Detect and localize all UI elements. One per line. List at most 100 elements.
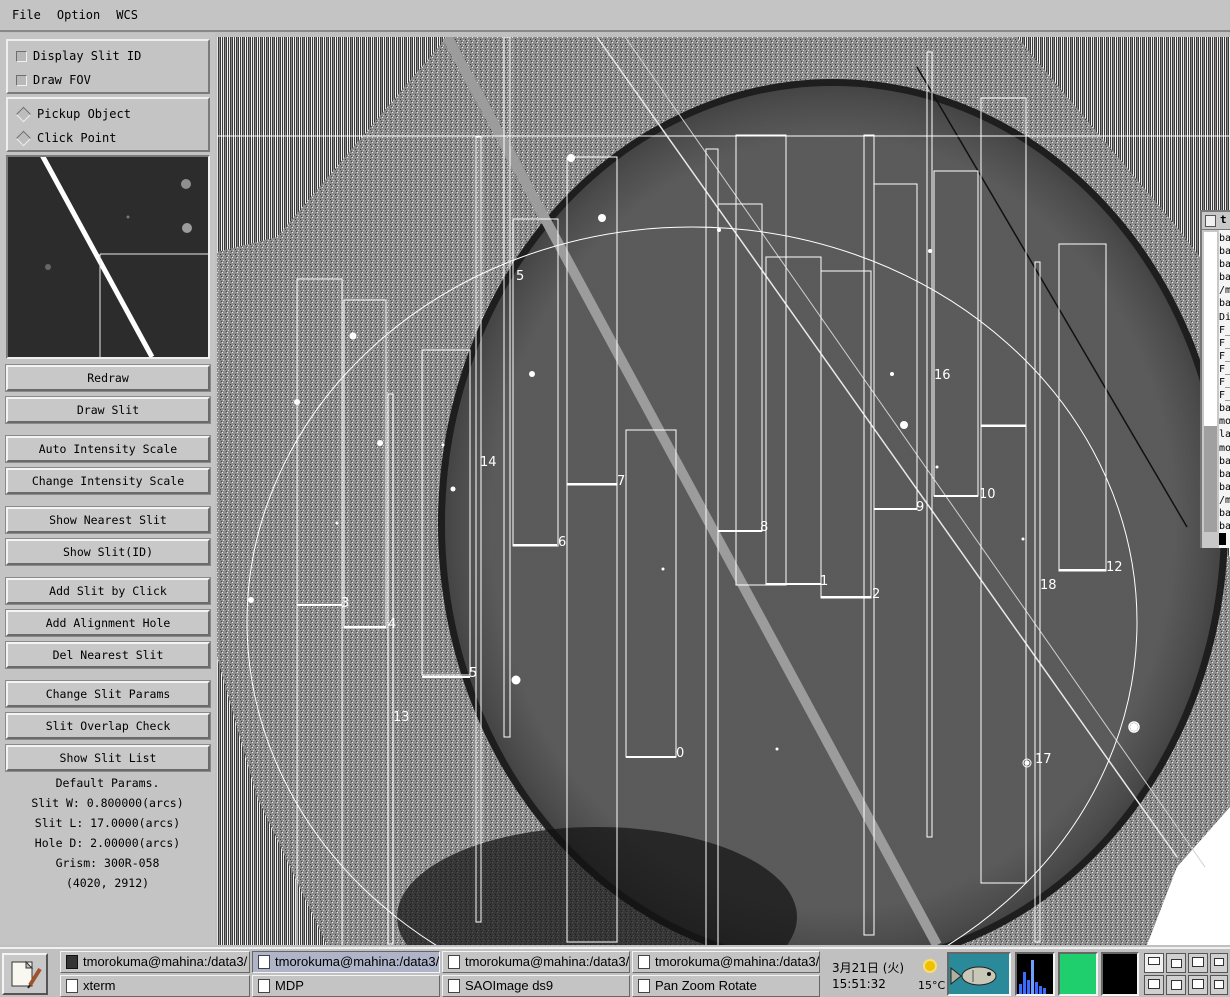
- task-terminal-4[interactable]: tmorokuma@mahina:/data3/: [632, 951, 820, 973]
- task-mdp[interactable]: MDP: [252, 975, 440, 997]
- slit-id-label: 4: [388, 617, 396, 632]
- click-point-option[interactable]: Click Point: [8, 126, 208, 150]
- click-mode-group: Pickup Object Click Point: [6, 97, 210, 152]
- show-slit-list-button[interactable]: Show Slit List: [5, 744, 211, 772]
- terminal-output: ba ba ba ba/m ba Di F_ F_ F_ F_ F_ F_ ba mo la mo ba ba ba…: [1219, 232, 1230, 546]
- draw-fov-label: Draw FOV: [33, 73, 91, 87]
- workspace-2[interactable]: [1166, 953, 1186, 973]
- task-label: tmorokuma@mahina:/data3/: [275, 954, 440, 969]
- magnifier-view: [6, 155, 210, 359]
- clock-applet[interactable]: 3月21日 (火) 15:51:32 15°C: [824, 953, 946, 995]
- terminal-line: F_: [1219, 324, 1230, 336]
- workspace-4[interactable]: [1210, 953, 1228, 973]
- change-intensity-scale-button[interactable]: Change Intensity Scale: [5, 467, 211, 495]
- auto-intensity-scale-button[interactable]: Auto Intensity Scale: [5, 435, 211, 463]
- terminal-scrollbar[interactable]: [1202, 230, 1219, 548]
- draw-fov-checkbox[interactable]: [16, 74, 27, 86]
- workspace-3[interactable]: [1188, 953, 1208, 973]
- note-pencil-icon: [11, 960, 42, 989]
- terminal-window-edge[interactable]: t ba ba ba ba/m ba Di F_ F_ F_ F_ F_ F_ ba mo la mo ba ba…: [1200, 210, 1230, 548]
- terminal-line: ba: [1219, 298, 1230, 310]
- terminal-line: mo: [1219, 442, 1230, 454]
- magnifier-image: [8, 157, 208, 357]
- terminal-line: F_: [1219, 377, 1230, 389]
- terminal-line: /m: [1219, 494, 1230, 506]
- pickup-object-option[interactable]: Pickup Object: [8, 102, 208, 126]
- param-grism: Grism: 300R-058: [55, 856, 160, 870]
- terminal-line: ba: [1219, 455, 1230, 467]
- slit-id-label: 16: [934, 368, 951, 383]
- cpu-monitor-applet[interactable]: [1015, 952, 1055, 996]
- pickup-object-radio[interactable]: [15, 106, 32, 122]
- cursor-coordinates: (4020, 2912): [65, 876, 150, 890]
- fish-icon: [950, 966, 997, 986]
- terminal-line: F_: [1219, 390, 1230, 402]
- workspace-6[interactable]: [1166, 975, 1186, 995]
- memory-monitor-applet[interactable]: [1058, 952, 1098, 996]
- start-menu-button[interactable]: [2, 953, 48, 995]
- menu-file[interactable]: File: [4, 8, 49, 22]
- terminal-line: Di: [1219, 311, 1230, 323]
- terminal-icon: [66, 955, 78, 969]
- slit-id-label: 5: [469, 666, 477, 681]
- clock-time: 15:51:32: [832, 977, 886, 991]
- cpu-graph-icon: [1019, 960, 1046, 994]
- task-label: tmorokuma@mahina:/data3/: [83, 954, 248, 969]
- weather-temperature: 15°C: [918, 979, 946, 992]
- task-terminal-3[interactable]: tmorokuma@mahina:/data3/: [442, 951, 630, 973]
- task-label: SAOImage ds9: [465, 978, 554, 993]
- show-nearest-slit-button[interactable]: Show Nearest Slit: [5, 506, 211, 534]
- mask-image-canvas[interactable]: 5147681691012345130181217: [217, 37, 1230, 945]
- slit-id-label: 17: [1035, 752, 1052, 767]
- show-slit-id-button[interactable]: Show Slit(ID): [5, 538, 211, 566]
- task-terminal-2[interactable]: tmorokuma@mahina:/data3/: [252, 951, 440, 973]
- window-icon: [258, 955, 270, 969]
- slit-id-label: 5: [516, 269, 524, 284]
- menu-option[interactable]: Option: [49, 8, 108, 22]
- slit-id-label: 14: [480, 455, 497, 470]
- redraw-button[interactable]: Redraw: [5, 364, 211, 392]
- draw-fov-option[interactable]: Draw FOV: [8, 68, 208, 92]
- terminal-line: ba: [1219, 246, 1230, 258]
- terminal-line: la: [1219, 429, 1230, 441]
- control-panel: Display Slit ID Draw FOV Pickup Object C…: [0, 33, 215, 945]
- add-slit-by-click-button[interactable]: Add Slit by Click: [5, 577, 211, 605]
- task-label: tmorokuma@mahina:/data3/: [465, 954, 630, 969]
- image-display[interactable]: 5 14 7 6 8 16 9 10 1 2 3 4 5 13 0 18 12 17: [217, 37, 1230, 945]
- del-nearest-slit-button[interactable]: Del Nearest Slit: [5, 641, 211, 669]
- network-monitor-applet[interactable]: [1101, 952, 1139, 996]
- slit-id-label: 13: [393, 710, 410, 725]
- menu-wcs[interactable]: WCS: [108, 8, 146, 22]
- change-slit-params-button[interactable]: Change Slit Params: [5, 680, 211, 708]
- terminal-window-icon[interactable]: [1205, 215, 1216, 227]
- task-pan-zoom-rotate[interactable]: Pan Zoom Rotate: [632, 975, 820, 997]
- terminal-line: ba: [1219, 403, 1230, 415]
- terminal-line: F_: [1219, 350, 1230, 362]
- terminal-line: ba: [1219, 521, 1230, 533]
- slit-id-label: 6: [558, 535, 566, 550]
- display-slit-id-option[interactable]: Display Slit ID: [8, 44, 208, 68]
- task-terminal-1[interactable]: tmorokuma@mahina:/data3/: [60, 951, 250, 973]
- task-label: Pan Zoom Rotate: [655, 978, 757, 993]
- clock-date: 3月21日 (火): [832, 961, 905, 975]
- slit-id-label: 1: [820, 574, 828, 589]
- workspace-pager[interactable]: [1142, 951, 1230, 997]
- task-saoimage-ds9[interactable]: SAOImage ds9: [442, 975, 630, 997]
- slit-overlap-check-button[interactable]: Slit Overlap Check: [5, 712, 211, 740]
- draw-slit-button[interactable]: Draw Slit: [5, 396, 211, 424]
- click-point-radio[interactable]: [15, 130, 32, 146]
- terminal-line: ba: [1219, 481, 1230, 493]
- display-slit-id-checkbox[interactable]: [16, 50, 27, 62]
- param-hole-diameter: Hole D: 2.00000(arcs): [34, 836, 181, 850]
- task-xterm[interactable]: xterm: [60, 975, 250, 997]
- workspace-7[interactable]: [1188, 975, 1208, 995]
- workspace-1[interactable]: [1144, 953, 1164, 973]
- terminal-line: ba: [1219, 233, 1230, 244]
- terminal-scrollbar-track[interactable]: [1202, 230, 1219, 548]
- terminal-titlebar[interactable]: t: [1202, 212, 1230, 230]
- workspace-8[interactable]: [1210, 975, 1228, 995]
- add-alignment-hole-button[interactable]: Add Alignment Hole: [5, 609, 211, 637]
- workspace-5[interactable]: [1144, 975, 1164, 995]
- window-icon: [638, 979, 650, 993]
- fish-applet[interactable]: [947, 952, 1011, 996]
